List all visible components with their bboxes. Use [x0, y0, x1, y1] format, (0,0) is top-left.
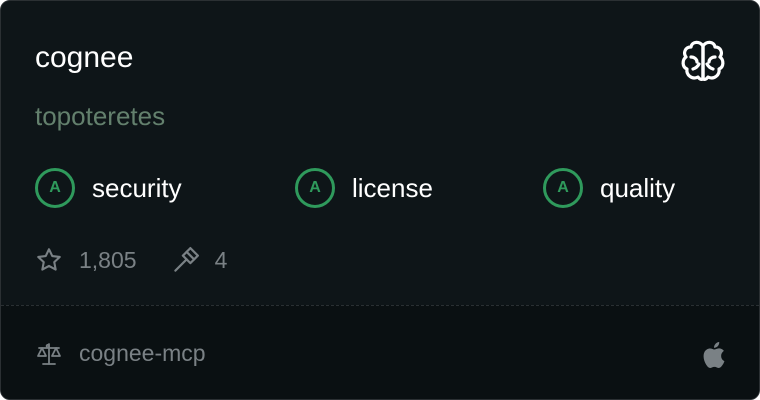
- package-name: cognee-mcp: [79, 340, 206, 366]
- license-grade[interactable]: A license: [295, 165, 433, 211]
- grade-badge: A: [543, 168, 583, 208]
- owner-name[interactable]: topoteretes: [35, 99, 165, 133]
- card-footer: cognee-mcp: [1, 305, 759, 399]
- grade-label: license: [352, 172, 433, 203]
- tool-count: 4: [214, 246, 228, 273]
- grade-label: quality: [600, 172, 676, 203]
- star-icon: [37, 248, 61, 271]
- hammer-icon: [173, 247, 199, 272]
- server-card[interactable]: cognee topoteretes A security A license …: [0, 0, 760, 400]
- scale-icon: [37, 342, 61, 365]
- grade-badge: A: [295, 168, 335, 208]
- grade-label: security: [92, 172, 182, 203]
- stats-row: 1,805 4: [35, 241, 227, 279]
- grade-badge: A: [35, 168, 75, 208]
- server-name[interactable]: cognee: [35, 39, 133, 77]
- star-count: 1,805: [79, 246, 137, 273]
- apple-icon: [703, 341, 725, 368]
- security-grade[interactable]: A security: [35, 165, 182, 211]
- quality-grade[interactable]: A quality: [543, 165, 675, 211]
- brain-icon: [681, 40, 725, 81]
- package-info[interactable]: cognee-mcp: [35, 340, 206, 367]
